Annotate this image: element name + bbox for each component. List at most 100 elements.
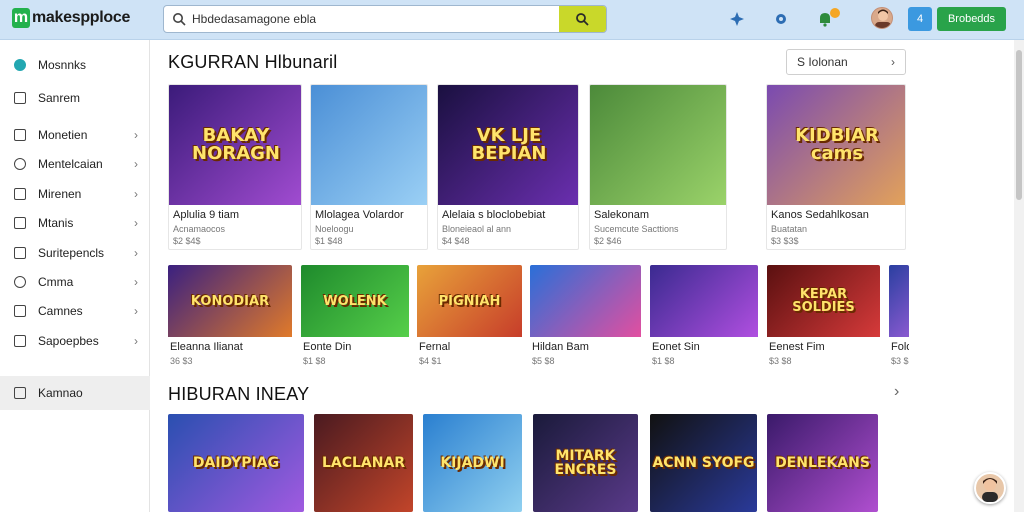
game-thumbnail: MITARK ENCRES xyxy=(533,414,638,512)
game-card[interactable]: DAIDYPIAG xyxy=(168,414,304,512)
game-thumbnail: DAIDYPIAG xyxy=(168,414,304,512)
game-title: Eleanna Ilianat xyxy=(170,341,243,353)
store-icon xyxy=(14,92,26,104)
sidebar: Mosnnks Sanrem Monetien › Mentelcaian › … xyxy=(0,40,150,512)
sidebar-item-store[interactable]: Sanrem xyxy=(0,86,150,110)
sidebar-item-label: Suritepencls xyxy=(38,246,105,260)
quick-action-button[interactable]: 4 xyxy=(908,7,932,31)
vertical-scrollbar[interactable] xyxy=(1014,40,1024,512)
game-card[interactable]: KONODIAR Eleanna Ilianat 36 $3 xyxy=(168,265,292,371)
game-subtitle: Sucemcute Sacttions xyxy=(594,224,679,234)
game-card[interactable]: Folo $3 $9 xyxy=(889,265,909,371)
chat-icon xyxy=(14,158,26,170)
game-price: 36 $3 xyxy=(170,356,193,366)
game-thumbnail: KEPAR SOLDIES xyxy=(767,265,880,337)
top-bar: m makespploce 4 Brobedds xyxy=(0,0,1024,40)
chevron-right-icon: › xyxy=(134,216,138,230)
game-card[interactable]: Hildan Bam $5 $8 xyxy=(530,265,641,371)
primary-action-button[interactable]: Brobedds xyxy=(937,7,1006,31)
game-thumbnail: WOLENK xyxy=(301,265,409,337)
game-price: $1 $48 xyxy=(315,236,343,246)
sidebar-item-6[interactable]: Suritepencls › xyxy=(0,241,150,265)
grid-icon xyxy=(14,129,26,141)
game-card[interactable]: Eonet Sin $1 $8 xyxy=(650,265,758,371)
game-thumbnail: DENLEKANS xyxy=(767,414,878,512)
game-thumbnail: BAKAY NORAGN xyxy=(169,85,301,205)
sidebar-item-5[interactable]: Mtanis › xyxy=(0,211,150,235)
game-title: Kanos Sedahlkosan xyxy=(771,209,869,221)
game-card[interactable]: VK LJE BEPIAN Alelaia s bloclobebiat Blone… xyxy=(437,84,579,250)
game-thumbnail xyxy=(889,265,909,337)
search-submit-button[interactable] xyxy=(559,6,606,32)
scrollbar-thumb[interactable] xyxy=(1016,50,1022,200)
game-card[interactable]: WOLENK Eonte Din $1 $8 xyxy=(301,265,409,371)
chevron-right-icon: › xyxy=(134,187,138,201)
thumbnail-art-text: KIJADWI xyxy=(440,455,505,471)
sidebar-item-label: Camnes xyxy=(38,304,83,318)
game-card[interactable]: Mlolagea Volardor Noeloogu $1 $48 xyxy=(310,84,428,250)
user-icon xyxy=(14,276,26,288)
search-go-icon xyxy=(576,13,589,26)
game-price: $2 $4$ xyxy=(173,236,201,246)
game-price: $5 $8 xyxy=(532,356,555,366)
game-card[interactable]: Salekonam Sucemcute Sacttions $2 $46 xyxy=(589,84,727,250)
gamepad-icon xyxy=(14,305,26,317)
game-title: Salekonam xyxy=(594,209,650,221)
game-price: $4 $48 xyxy=(442,236,470,246)
home-icon xyxy=(14,59,26,71)
game-thumbnail: LACLANAR xyxy=(314,414,413,512)
brand-logo[interactable]: m makespploce xyxy=(12,8,130,28)
game-title: Mlolagea Volardor xyxy=(315,209,404,221)
game-card[interactable]: DENLEKANS xyxy=(767,414,878,512)
search-input[interactable] xyxy=(192,9,552,29)
book-icon xyxy=(14,335,26,347)
chevron-right-icon[interactable]: › xyxy=(894,383,900,401)
floating-avatar[interactable] xyxy=(974,472,1006,504)
game-thumbnail: PIGNIAH xyxy=(417,265,522,337)
game-thumbnail: KONODIAR xyxy=(168,265,292,337)
sidebar-item-3[interactable]: Mentelcaian › xyxy=(0,152,150,176)
sidebar-item-home[interactable]: Mosnnks xyxy=(0,53,150,77)
sidebar-item-4[interactable]: Mirenen › xyxy=(0,182,150,206)
chevron-right-icon: › xyxy=(891,55,895,69)
game-title: Eenest Fim xyxy=(769,341,825,353)
thumbnail-art-text: KIDBIAR cams xyxy=(795,125,879,164)
game-card[interactable]: KIJADWI xyxy=(423,414,522,512)
game-thumbnail xyxy=(530,265,641,337)
sidebar-item-7[interactable]: Cmma › xyxy=(0,270,150,294)
sidebar-item-label: Mosnnks xyxy=(38,58,87,72)
see-all-button[interactable]: S Iolonan › xyxy=(786,49,906,75)
gear-icon[interactable] xyxy=(772,10,790,28)
sidebar-item-8[interactable]: Camnes › xyxy=(0,299,150,323)
thumbnail-art-text: KEPAR SOLDIES xyxy=(792,287,855,315)
thumbnail-art-text: VK LJE BEPIAN xyxy=(471,125,547,164)
user-avatar[interactable] xyxy=(871,7,893,29)
game-card[interactable]: ACNN SYOFG xyxy=(650,414,757,512)
sidebar-item-label: Kamnao xyxy=(38,386,83,400)
sidebar-item-label: Sapoepbes xyxy=(38,334,99,348)
sidebar-item-label: Mirenen xyxy=(38,187,82,201)
game-price: $1 $8 xyxy=(303,356,326,366)
game-price: $3 $9 xyxy=(891,356,909,366)
game-card[interactable]: PIGNIAH Fernal $4 $1 xyxy=(417,265,522,371)
sidebar-item-10[interactable]: Kamnao xyxy=(0,381,150,405)
game-subtitle: Buatatan xyxy=(771,224,808,234)
thumbnail-art-text: DENLEKANS xyxy=(775,455,870,471)
game-card[interactable]: KIDBIAR cams Kanos Sedahlkosan Buatatan $3 … xyxy=(766,84,906,250)
sidebar-item-label: Mtanis xyxy=(38,216,74,230)
thumbnail-art-text: LACLANAR xyxy=(321,455,406,471)
game-card[interactable]: LACLANAR xyxy=(314,414,413,512)
game-card[interactable]: KEPAR SOLDIES Eenest Fim $3 $8 xyxy=(767,265,880,371)
sparkle-icon[interactable] xyxy=(728,10,746,28)
game-card[interactable]: MITARK ENCRES xyxy=(533,414,638,512)
logo-icon: m xyxy=(12,8,30,28)
game-title: Alelaia s bloclobebiat xyxy=(442,209,546,221)
main-content: KGURRAN Hlbunaril S Iolonan › BAKAY NORA… xyxy=(150,40,1014,512)
avatar-icon xyxy=(875,9,891,28)
chart-icon xyxy=(14,188,26,200)
game-title: Hildan Bam xyxy=(532,341,589,353)
sidebar-item-2[interactable]: Monetien › xyxy=(0,123,150,147)
game-card[interactable]: BAKAY NORAGN Aplulia 9 tiam Acnamaocos $2 $… xyxy=(168,84,302,250)
section-title: KGURRAN Hlbunaril xyxy=(168,52,338,72)
sidebar-item-9[interactable]: Sapoepbes › xyxy=(0,329,150,353)
